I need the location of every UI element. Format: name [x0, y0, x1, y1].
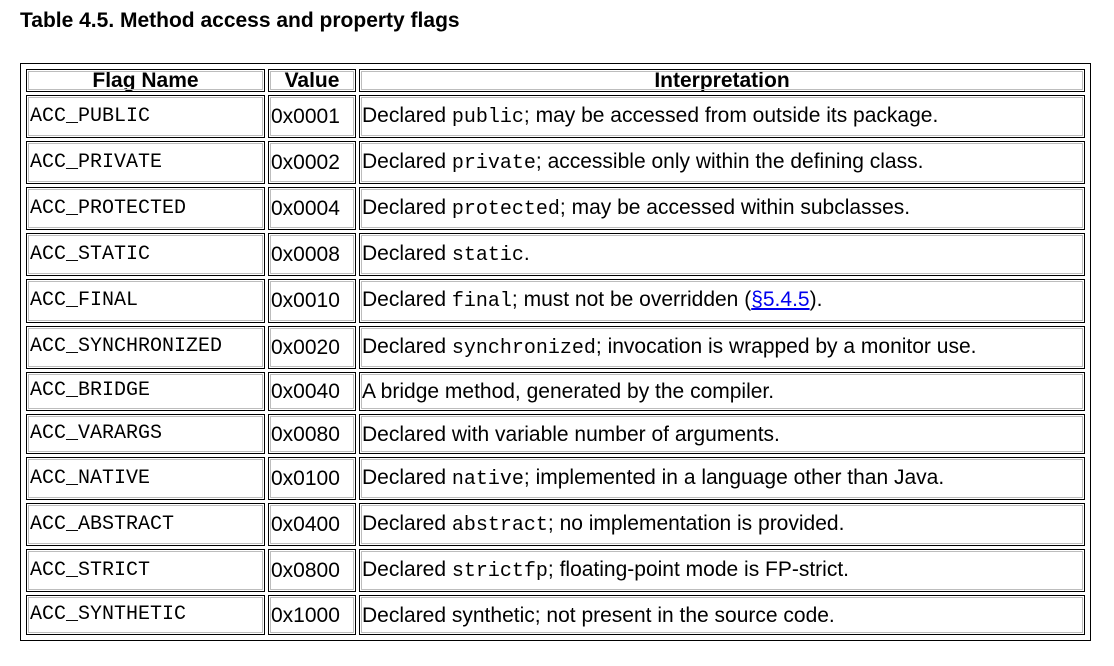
- interpretation-text: .: [523, 242, 530, 266]
- flag-name-cell: ACC_PRIVATE: [26, 141, 265, 185]
- flag-value-cell: 0x0004: [268, 187, 356, 231]
- table-row: ACC_BRIDGE 0x0040 A bridge method, gener…: [26, 371, 1085, 412]
- flag-name-cell: ACC_SYNTHETIC: [26, 595, 265, 635]
- interpretation-text: ; may be accessed from outside its packa…: [523, 104, 939, 128]
- flag-value-cell: 0x0010: [268, 279, 356, 323]
- interpretation-text: Declared: [362, 466, 452, 490]
- interpretation-cell: Declared private; accessible only within…: [359, 141, 1085, 185]
- flag-name-cell: ACC_BRIDGE: [26, 371, 265, 412]
- table-row: ACC_STATIC 0x0008 Declared static.: [26, 233, 1085, 277]
- interpretation-cell: Declared abstract; no implementation is …: [359, 503, 1085, 547]
- table-row: ACC_PRIVATE 0x0002 Declared private; acc…: [26, 141, 1085, 185]
- table-row: ACC_SYNTHETIC 0x1000 Declared synthetic;…: [26, 595, 1085, 635]
- flag-name-cell: ACC_PROTECTED: [26, 187, 265, 231]
- interpretation-text: Declared: [362, 288, 452, 312]
- flag-value-cell: 0x1000: [268, 595, 356, 635]
- flag-name-cell: ACC_ABSTRACT: [26, 503, 265, 547]
- section-link[interactable]: §5.4.5: [751, 288, 809, 311]
- flag-value-cell: 0x0002: [268, 141, 356, 185]
- table-row: ACC_VARARGS 0x0080 Declared with variabl…: [26, 414, 1085, 454]
- header-flag-name: Flag Name: [26, 69, 265, 92]
- table-row: ACC_SYNCHRONIZED 0x0020 Declared synchro…: [26, 325, 1085, 369]
- interpretation-text: ; no implementation is provided.: [547, 512, 845, 536]
- keyword-code: public: [451, 106, 524, 130]
- keyword-code: private: [451, 152, 536, 176]
- keyword-code: static: [451, 244, 524, 268]
- table-caption: Table 4.5. Method access and property fl…: [20, 9, 460, 32]
- flag-name-cell: ACC_SYNCHRONIZED: [26, 325, 265, 369]
- interpretation-cell: Declared protected; may be accessed with…: [359, 187, 1085, 231]
- flag-name-cell: ACC_FINAL: [26, 279, 265, 323]
- interpretation-text: Declared with variable number of argumen…: [362, 422, 780, 446]
- flag-value-cell: 0x0001: [268, 95, 356, 139]
- interpretation-text: Declared: [362, 196, 452, 220]
- interpretation-cell: Declared public; may be accessed from ou…: [359, 95, 1085, 139]
- flag-value-cell: 0x0080: [268, 414, 356, 454]
- flag-name-cell: ACC_VARARGS: [26, 414, 265, 454]
- table-row: ACC_PUBLIC 0x0001 Declared public; may b…: [26, 95, 1085, 139]
- interpretation-cell: Declared synchronized; invocation is wra…: [359, 325, 1085, 369]
- flag-value-cell: 0x0400: [268, 503, 356, 547]
- interpretation-cell: Declared static.: [359, 233, 1085, 277]
- flag-name-cell: ACC_PUBLIC: [26, 95, 265, 139]
- interpretation-cell: A bridge method, generated by the compil…: [359, 371, 1085, 412]
- interpretation-cell: Declared with variable number of argumen…: [359, 414, 1085, 454]
- flag-value-cell: 0x0040: [268, 371, 356, 412]
- flag-value-cell: 0x0020: [268, 325, 356, 369]
- table-row: ACC_STRICT 0x0800 Declared strictfp; flo…: [26, 549, 1085, 593]
- keyword-code: protected: [451, 198, 560, 222]
- interpretation-text: ; accessible only within the defining cl…: [535, 150, 924, 174]
- interpretation-text: Declared: [362, 242, 452, 266]
- header-interpretation: Interpretation: [359, 69, 1085, 92]
- interpretation-text: Declared: [362, 558, 452, 582]
- table-row: ACC_ABSTRACT 0x0400 Declared abstract; n…: [26, 503, 1085, 547]
- method-flags-table: Flag Name Value Interpretation ACC_PUBLI…: [23, 66, 1088, 638]
- interpretation-cell: Declared strictfp; floating-point mode i…: [359, 549, 1085, 593]
- table-body: ACC_PUBLIC 0x0001 Declared public; may b…: [26, 95, 1085, 635]
- interpretation-text: Declared: [362, 512, 452, 536]
- table-row: ACC_PROTECTED 0x0004 Declared protected;…: [26, 187, 1085, 231]
- interpretation-text: Declared: [362, 334, 452, 358]
- interpretation-cell: Declared synthetic; not present in the s…: [359, 595, 1085, 635]
- interpretation-text: ; may be accessed within subclasses.: [559, 196, 911, 220]
- interpretation-text: Declared synthetic; not present in the s…: [362, 603, 835, 627]
- flag-value-cell: 0x0100: [268, 456, 356, 501]
- flag-name-cell: ACC_STRICT: [26, 549, 265, 593]
- keyword-code: final: [451, 290, 512, 314]
- keyword-code: strictfp: [451, 560, 548, 584]
- interpretation-text: Declared: [362, 150, 452, 174]
- header-value: Value: [268, 69, 356, 92]
- flag-value-cell: 0x0008: [268, 233, 356, 277]
- interpretation-text: ; implemented in a language other than J…: [523, 466, 945, 490]
- keyword-code: synchronized: [451, 336, 596, 360]
- interpretation-cell: Declared final; must not be overridden (…: [359, 279, 1085, 323]
- interpretation-cell: Declared native; implemented in a langua…: [359, 456, 1085, 501]
- flag-name-cell: ACC_STATIC: [26, 233, 265, 277]
- interpretation-text: ; invocation is wrapped by a monitor use…: [595, 334, 977, 358]
- keyword-code: native: [451, 468, 524, 492]
- keyword-code: abstract: [451, 514, 548, 538]
- flag-name-cell: ACC_NATIVE: [26, 456, 265, 501]
- interpretation-text: A bridge method, generated by the compil…: [362, 379, 775, 403]
- table-row: ACC_FINAL 0x0010 Declared final; must no…: [26, 279, 1085, 323]
- flag-value-cell: 0x0800: [268, 549, 356, 593]
- interpretation-text: ; must not be overridden (: [511, 288, 752, 312]
- table-row: ACC_NATIVE 0x0100 Declared native; imple…: [26, 456, 1085, 501]
- interpretation-text: Declared: [362, 104, 452, 128]
- interpretation-text: ).: [809, 288, 823, 312]
- table-header-row: Flag Name Value Interpretation: [26, 69, 1085, 92]
- interpretation-text: ; floating-point mode is FP-strict.: [547, 558, 850, 582]
- flags-table-frame: Flag Name Value Interpretation ACC_PUBLI…: [20, 63, 1091, 641]
